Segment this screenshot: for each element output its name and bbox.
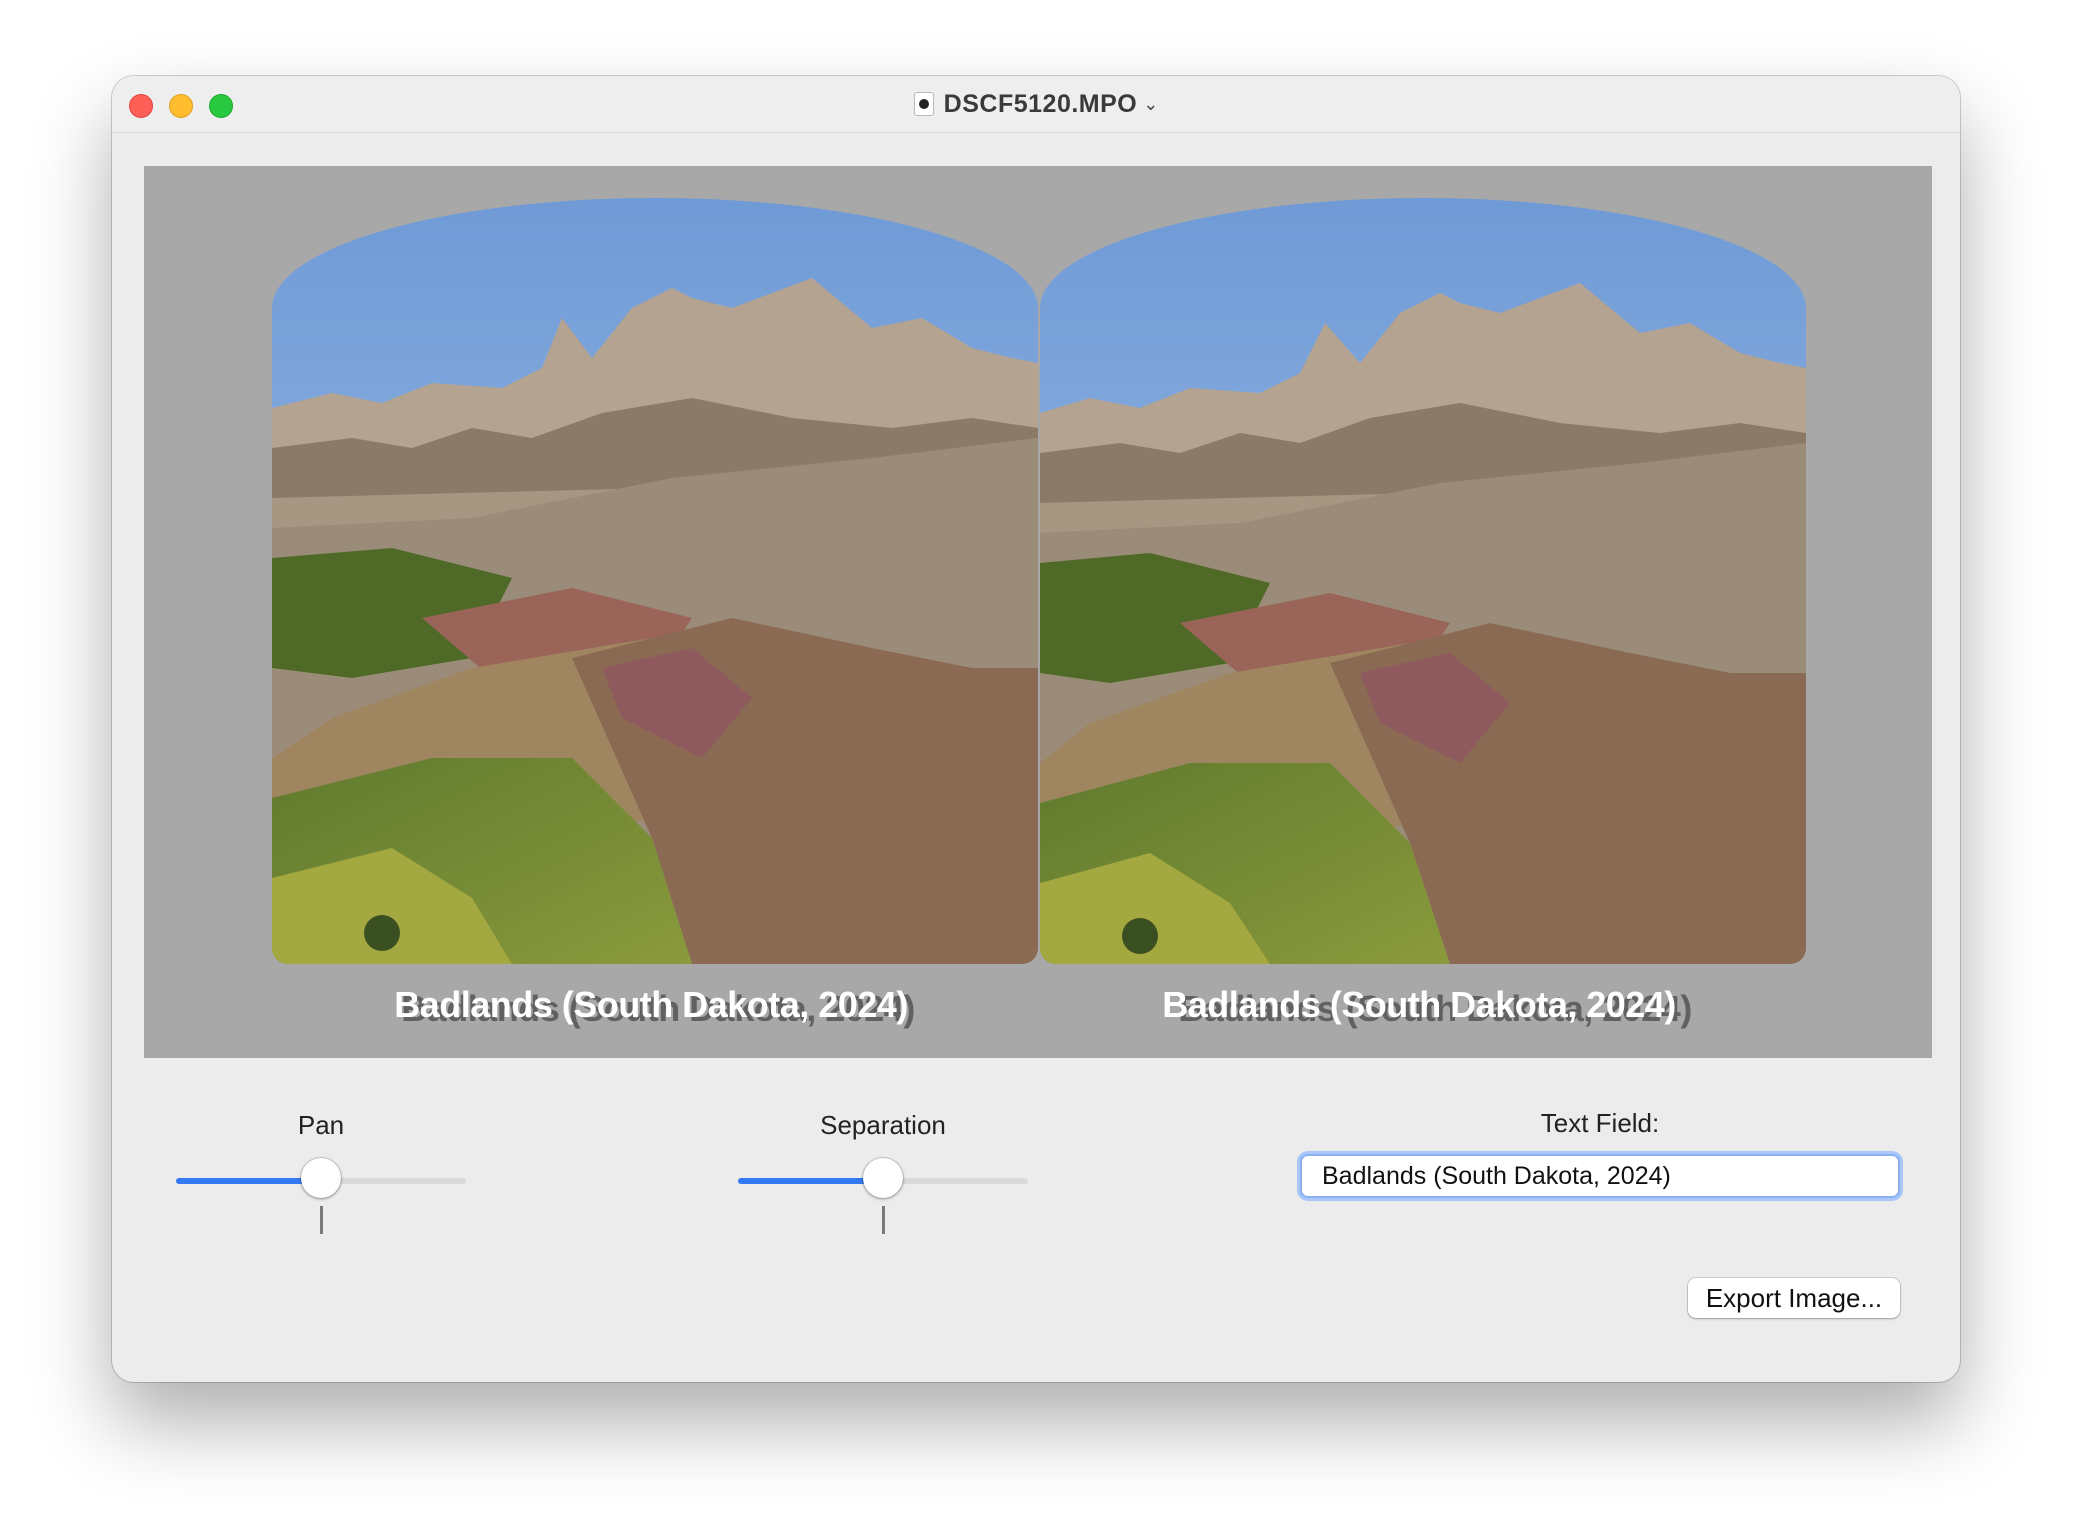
stereo-viewer: Badlands (South Dakota, 2024) Badlands (… [144, 166, 1932, 1058]
separation-slider-fill [738, 1178, 883, 1184]
separation-slider[interactable] [738, 1150, 1028, 1234]
separation-slider-knob[interactable] [863, 1158, 903, 1198]
pan-label: Pan [297, 1110, 345, 1140]
title-bar[interactable]: DSCF5120.MPO ⌄ [112, 76, 1960, 133]
separation-slider-center-tick [882, 1206, 885, 1234]
left-caption: Badlands (South Dakota, 2024) [394, 984, 908, 1025]
badlands-landscape-right [1040, 198, 1806, 964]
app-window: DSCF5120.MPO ⌄ Badlands (South Dakota, 2… [112, 76, 1960, 1382]
chevron-down-icon[interactable]: ⌄ [1143, 94, 1158, 115]
text-field-label: Text Field: [1540, 1108, 1660, 1138]
pan-slider[interactable] [176, 1150, 466, 1234]
window-title-group[interactable]: DSCF5120.MPO ⌄ [112, 76, 1960, 132]
left-eye-image [272, 198, 1038, 964]
pan-slider-center-tick [320, 1206, 323, 1234]
right-eye-image [1040, 198, 1806, 964]
window-title: DSCF5120.MPO [943, 89, 1138, 118]
right-caption: Badlands (South Dakota, 2024) [1162, 984, 1676, 1025]
mpo-document-icon [913, 92, 934, 116]
export-image-button[interactable]: Export Image... [1688, 1278, 1900, 1318]
pan-slider-knob[interactable] [301, 1158, 341, 1198]
pan-slider-fill [176, 1178, 321, 1184]
caption-text-field[interactable] [1300, 1154, 1900, 1198]
badlands-landscape-left [272, 198, 1038, 964]
separation-label: Separation [820, 1110, 946, 1140]
